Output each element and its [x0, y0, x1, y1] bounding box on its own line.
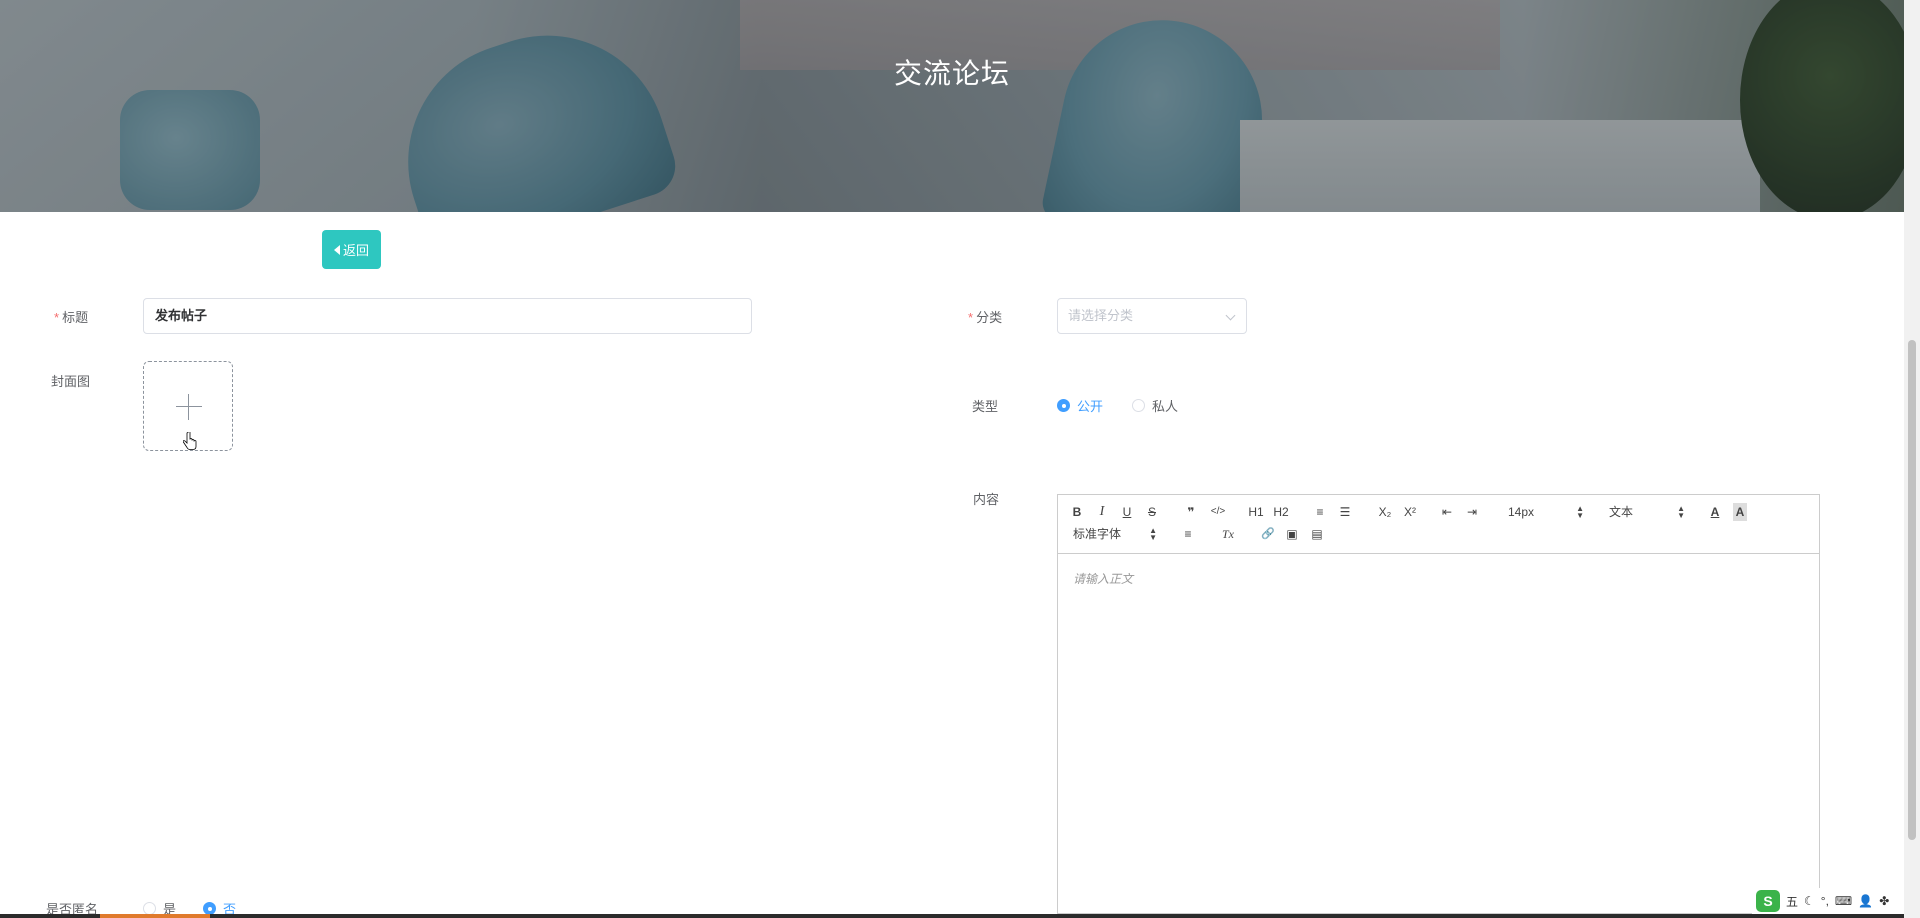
text-color-button[interactable]: A: [1708, 503, 1722, 521]
punctuation-icon[interactable]: °,: [1821, 894, 1829, 908]
header-value: 文本: [1609, 505, 1634, 519]
plus-icon-vertical: [188, 394, 189, 420]
page-scrollbar[interactable]: [1904, 0, 1920, 918]
underline-button[interactable]: U: [1121, 503, 1133, 521]
type-radio-public[interactable]: 公开: [1057, 396, 1103, 415]
back-button[interactable]: 返回: [322, 230, 381, 269]
ime-mode[interactable]: 五: [1786, 893, 1798, 910]
clean-format-button[interactable]: Tx: [1219, 525, 1237, 543]
header-picker[interactable]: 文本 ▲ ▼: [1609, 503, 1685, 521]
title-input[interactable]: 发布帖子: [143, 298, 752, 334]
back-button-label: 返回: [342, 243, 369, 258]
bold-button[interactable]: B: [1071, 503, 1083, 521]
updown-icon: ▲ ▼: [1677, 504, 1685, 520]
category-select[interactable]: 请选择分类: [1057, 298, 1247, 334]
font-family-value: 标准字体: [1073, 527, 1122, 541]
caret-left-icon: [333, 244, 340, 255]
type-option-public: 公开: [1077, 399, 1104, 414]
ime-toolbar: S 五 ☾ °, ⌨ 👤 ✤: [1752, 888, 1904, 914]
h2-button[interactable]: H2: [1272, 503, 1290, 521]
code-button[interactable]: </>: [1209, 503, 1227, 521]
title-label-text: 标题: [62, 310, 89, 325]
type-radio-private[interactable]: 私人: [1132, 396, 1178, 415]
plus-icon: [176, 406, 202, 407]
chevron-down-icon: [1225, 310, 1236, 321]
sogou-logo-icon[interactable]: S: [1756, 890, 1780, 912]
scrollbar-thumb[interactable]: [1908, 340, 1916, 840]
font-size-picker[interactable]: 14px ▲ ▼: [1508, 503, 1584, 521]
indent-button[interactable]: ⇥: [1465, 503, 1479, 521]
radio-icon: [1132, 399, 1145, 412]
cover-label: 封面图: [51, 374, 91, 389]
apps-icon[interactable]: ✤: [1879, 894, 1889, 908]
bullet-list-button[interactable]: ☰: [1338, 503, 1352, 521]
outdent-button[interactable]: ⇤: [1440, 503, 1454, 521]
taskbar-accent: [100, 914, 210, 918]
user-icon[interactable]: 👤: [1858, 894, 1873, 908]
editor-content[interactable]: 请输入正文: [1058, 554, 1819, 603]
category-label: * 分类: [968, 307, 1002, 326]
required-mark: *: [968, 310, 974, 325]
banner-overlay: [0, 0, 1904, 212]
background-color-button[interactable]: A: [1733, 503, 1747, 521]
required-mark: *: [54, 310, 60, 325]
superscript-button[interactable]: X²: [1402, 503, 1418, 521]
hand-cursor-icon: [183, 432, 197, 450]
category-placeholder: 请选择分类: [1068, 308, 1134, 323]
video-button[interactable]: ▤: [1310, 525, 1324, 543]
ordered-list-button[interactable]: ≡: [1313, 503, 1327, 521]
strike-button[interactable]: S: [1146, 503, 1158, 521]
taskbar-edge: [0, 914, 1904, 918]
hero-banner: 交流论坛: [0, 0, 1904, 212]
type-option-private: 私人: [1152, 399, 1179, 414]
updown-icon: ▲ ▼: [1149, 526, 1157, 542]
keyboard-icon[interactable]: ⌨: [1835, 894, 1852, 908]
font-size-value: 14px: [1508, 505, 1535, 519]
blockquote-button[interactable]: ❞: [1184, 503, 1198, 521]
italic-button[interactable]: I: [1096, 503, 1108, 521]
h1-button[interactable]: H1: [1247, 503, 1265, 521]
align-button[interactable]: ≡: [1181, 525, 1195, 543]
editor-toolbar: B I U S ❞ </> H1 H2 ≡ ☰ X₂ X² ⇤ ⇥ 14px ▲…: [1058, 495, 1819, 554]
subscript-button[interactable]: X₂: [1377, 503, 1393, 521]
font-family-picker[interactable]: 标准字体 ▲ ▼: [1073, 525, 1157, 543]
moon-icon[interactable]: ☾: [1804, 894, 1815, 908]
link-button[interactable]: 🔗: [1260, 525, 1276, 543]
category-label-text: 分类: [976, 310, 1003, 325]
page-title: 交流论坛: [893, 58, 1010, 89]
content-label: 内容: [973, 492, 1000, 507]
type-label: 类型: [972, 399, 999, 414]
updown-icon: ▲ ▼: [1576, 504, 1584, 520]
title-label: * 标题: [54, 307, 88, 326]
radio-icon: [1057, 399, 1070, 412]
image-button[interactable]: ▣: [1285, 525, 1299, 543]
rich-text-editor[interactable]: B I U S ❞ </> H1 H2 ≡ ☰ X₂ X² ⇤ ⇥ 14px ▲…: [1057, 494, 1820, 914]
